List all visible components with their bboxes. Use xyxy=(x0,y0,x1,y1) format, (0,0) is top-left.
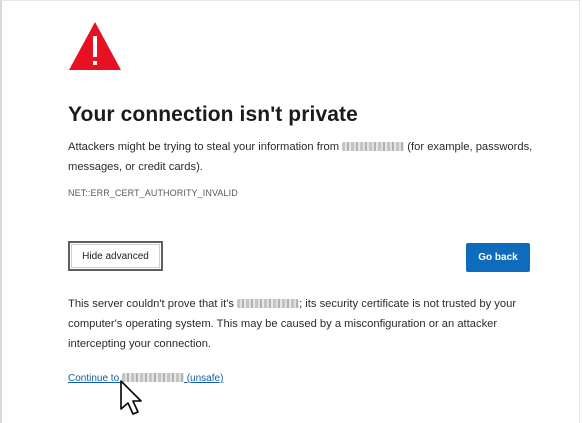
advanced-text-start: This server couldn't prove that it's xyxy=(68,298,238,310)
page-title: Your connection isn't private xyxy=(68,103,358,126)
mouse-pointer-icon xyxy=(120,380,142,415)
browser-page: Your connection isn't private Attackers … xyxy=(0,0,580,423)
error-code: NET::ERR_CERT_AUTHORITY_INVALID xyxy=(68,188,238,198)
blurred-host-name-advanced xyxy=(237,299,300,308)
advanced-explanation: This server couldn't prove that it's ; i… xyxy=(68,294,538,354)
continue-prefix: Continue to xyxy=(68,373,122,384)
warning-description: Attackers might be trying to steal your … xyxy=(68,137,538,177)
blurred-host-name xyxy=(342,142,405,151)
continue-unsafe-link[interactable]: Continue to (unsafe) xyxy=(68,373,223,384)
hide-advanced-button[interactable]: Hide advanced xyxy=(68,241,163,271)
go-back-button[interactable]: Go back xyxy=(466,243,530,272)
description-text-start: Attackers might be trying to steal your … xyxy=(68,141,343,153)
hide-advanced-label: Hide advanced xyxy=(71,244,160,268)
warning-triangle-icon xyxy=(69,22,121,70)
continue-suffix: (unsafe) xyxy=(183,373,224,384)
